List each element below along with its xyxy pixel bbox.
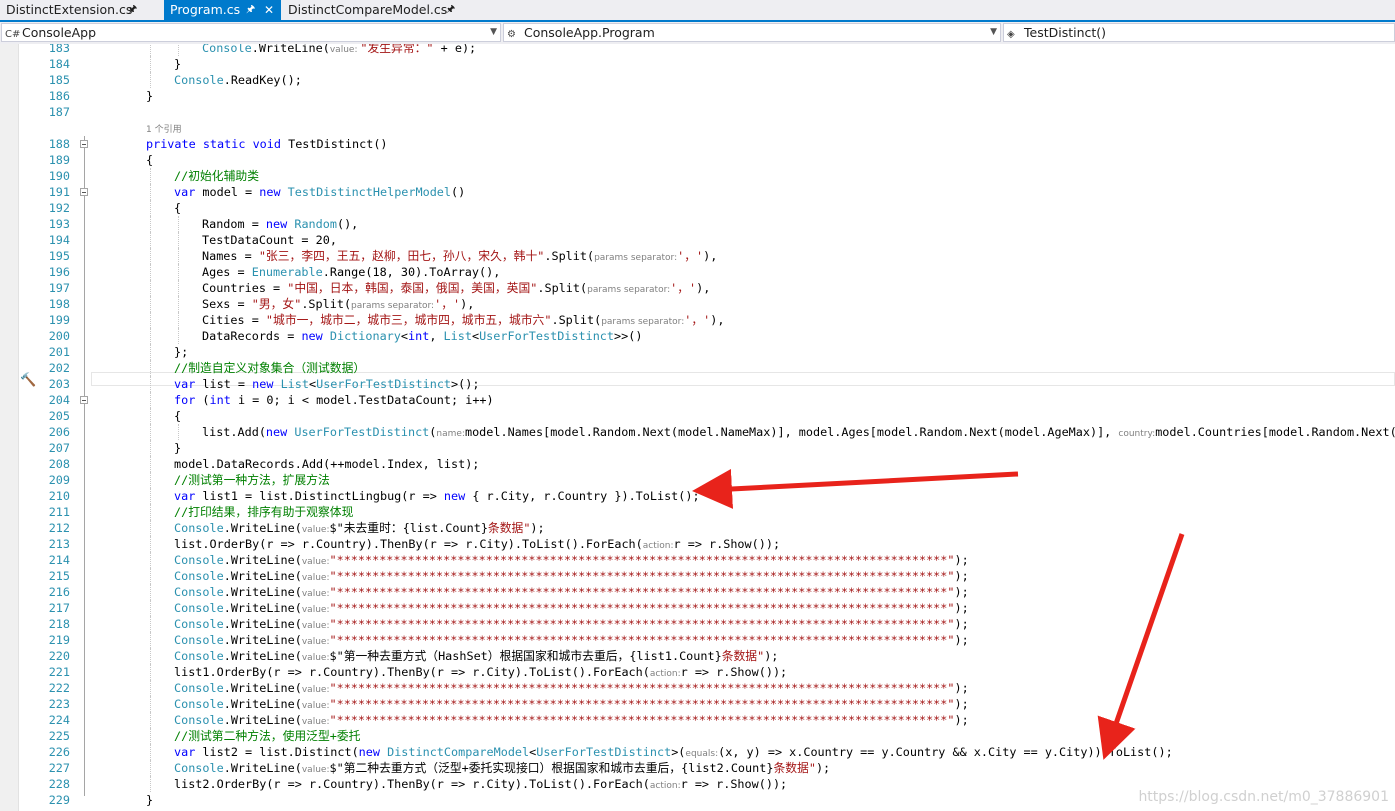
close-icon[interactable]: ✕	[264, 0, 274, 20]
tab-label: Program.cs	[170, 2, 241, 17]
navigation-bar: C# ConsoleApp ▼ ⚙ ConsoleApp.Program ▼ ◈…	[0, 22, 1395, 44]
red-arrow-line-226	[1097, 533, 1185, 760]
annotation-arrows	[692, 468, 1185, 760]
code-editor[interactable]: 🔨 183 Console.WriteLine(value: "发生异常：" + …	[0, 44, 1395, 811]
pin-icon[interactable]: 🖈	[446, 0, 455, 20]
project-dropdown[interactable]: C# ConsoleApp ▼	[1, 23, 501, 42]
member-dropdown-value: TestDistinct()	[1024, 25, 1107, 40]
tab-label: DistinctCompareModel.cs	[288, 2, 448, 17]
pin-icon[interactable]: 🖈	[128, 0, 137, 20]
red-arrow-line-210	[692, 468, 1019, 509]
chevron-down-icon: ▼	[990, 27, 997, 37]
csharp-project-icon: C#	[5, 29, 21, 40]
type-dropdown[interactable]: ⚙ ConsoleApp.Program ▼	[503, 23, 1001, 42]
tab-distinct-extension[interactable]: DistinctExtension.cs 🖈	[0, 0, 160, 20]
pin-icon[interactable]: 🖈	[246, 0, 255, 20]
class-icon: ⚙	[507, 29, 516, 40]
project-dropdown-value: ConsoleApp	[22, 25, 97, 40]
type-dropdown-value: ConsoleApp.Program	[524, 25, 655, 40]
watermark: https://blog.csdn.net/m0_37886901	[1138, 789, 1389, 805]
tab-program[interactable]: Program.cs 🖈 ✕	[164, 0, 281, 20]
member-dropdown[interactable]: ◈ TestDistinct()	[1003, 23, 1395, 42]
method-icon: ◈	[1007, 29, 1015, 40]
chevron-down-icon: ▼	[490, 27, 497, 37]
document-tab-bar: DistinctExtension.cs 🖈 Program.cs 🖈 ✕ Di…	[0, 0, 1395, 22]
tab-label: DistinctExtension.cs	[6, 2, 133, 17]
tab-distinct-compare-model[interactable]: DistinctCompareModel.cs 🖈	[282, 0, 462, 20]
